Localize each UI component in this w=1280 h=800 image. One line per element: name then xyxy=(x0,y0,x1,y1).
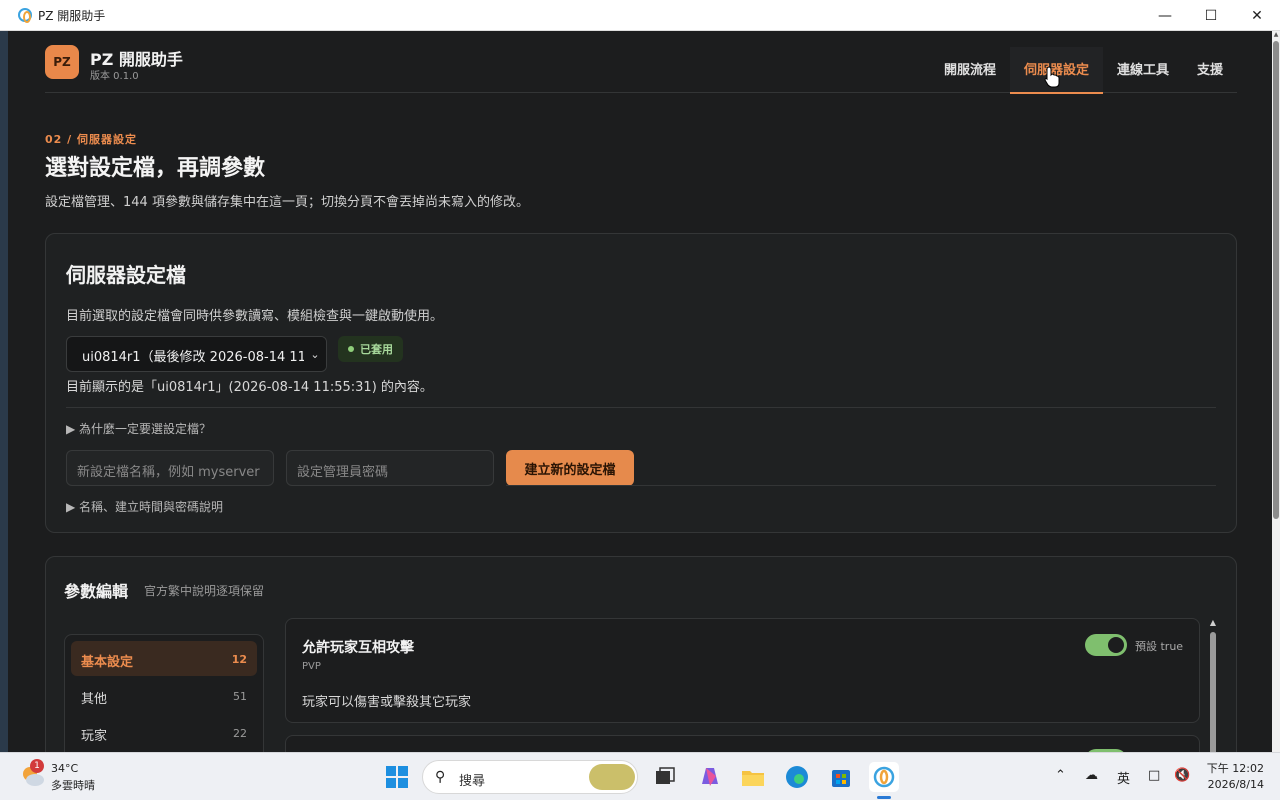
window-title: PZ 開服助手 xyxy=(38,8,106,23)
windows-start-icon[interactable] xyxy=(382,762,412,792)
active-app-indicator xyxy=(877,796,891,799)
create-profile-button[interactable]: 建立新的設定檔 xyxy=(506,450,634,486)
network-icon[interactable]: □ xyxy=(1148,768,1160,783)
param-key: PVP xyxy=(302,661,321,672)
store-icon[interactable] xyxy=(826,762,856,792)
notification-badge: 1 xyxy=(30,759,44,773)
task-view-icon[interactable] xyxy=(650,762,680,792)
tab-setup-flow[interactable]: 開服流程 xyxy=(930,47,1010,93)
category-player[interactable]: 玩家 22 xyxy=(71,715,257,750)
volume-muted-icon[interactable]: 🔇 xyxy=(1174,768,1190,783)
scroll-up-icon[interactable]: ▲ xyxy=(1208,618,1218,627)
why-disclosure[interactable]: ▶ 為什麼一定要選設定檔？ xyxy=(66,420,211,437)
search-icon: ⚲ xyxy=(435,769,446,785)
page-subtitle: 設定檔管理、144 項參數與儲存集中在這一頁；切換分頁不會丟掉尚未寫入的修改。 xyxy=(45,195,529,210)
profile-select[interactable]: ui0814r1（最後修改 2026-08-14 11:55:31） ⌄ xyxy=(66,336,327,372)
weather-description[interactable]: 多雲時晴 xyxy=(51,777,95,793)
params-card-title: 參數編輯 xyxy=(64,582,129,601)
param-item xyxy=(285,735,1200,752)
file-explorer-icon[interactable] xyxy=(738,762,768,792)
params-card: 參數編輯 官方繁中說明逐項保留 基本設定 12 其他 51 玩家 22 允許玩家… xyxy=(45,556,1237,752)
scrollbar-thumb[interactable] xyxy=(1210,632,1216,752)
edge-browser-icon[interactable] xyxy=(782,762,812,792)
app-content: PZ PZ 開服助手 版本 0.1.0 開服流程 伺服器設定 連線工具 支援 0… xyxy=(8,31,1272,752)
param-description: 玩家可以傷害或擊殺其它玩家 xyxy=(302,695,472,710)
scrollbar-thumb[interactable] xyxy=(1273,41,1279,519)
category-label: 玩家 xyxy=(81,729,108,744)
app-logo: PZ xyxy=(45,45,79,79)
chevron-down-icon: ⌄ xyxy=(304,337,326,371)
profile-card-description: 目前選取的設定檔會同時供參數讀寫、模組檢查與一鍵啟動使用。 xyxy=(66,309,444,324)
param-default: 預設 true xyxy=(1135,640,1184,653)
m365-icon[interactable] xyxy=(694,762,724,792)
param-title: 允許玩家互相攻擊 xyxy=(302,640,414,656)
maximize-button[interactable]: ☐ xyxy=(1188,0,1234,31)
taskbar: 1 34°C 多雲時晴 ⚲ 搜尋 ⌃ ☁ 英 □ 🔇 下午 12:02 2026… xyxy=(0,752,1280,800)
tab-connection-tools[interactable]: 連線工具 xyxy=(1103,47,1183,93)
category-count: 22 xyxy=(233,727,247,740)
category-count: 12 xyxy=(231,653,247,666)
section-kicker: 02 / 伺服器設定 xyxy=(45,133,137,146)
window-titlebar: PZ 開服助手 — ☐ ✕ xyxy=(0,0,1280,31)
ime-indicator[interactable]: 英 xyxy=(1117,768,1130,787)
divider xyxy=(66,407,1216,408)
category-count: 51 xyxy=(233,690,247,703)
tray-chevron-up-icon[interactable]: ⌃ xyxy=(1055,768,1066,783)
category-list: 基本設定 12 其他 51 玩家 22 xyxy=(64,634,264,752)
divider xyxy=(506,485,1216,486)
search-highlight-icon xyxy=(589,764,635,790)
current-profile-info: 目前顯示的是「ui0814r1」(2026-08-14 11:55:31) 的內… xyxy=(66,380,433,395)
cloud-offline-icon[interactable]: ☁ xyxy=(1085,768,1098,783)
profile-card: 伺服器設定檔 目前選取的設定檔會同時供參數讀寫、模組檢查與一鍵啟動使用。 ui0… xyxy=(45,233,1237,533)
clock-date: 2026/8/14 xyxy=(1207,778,1264,791)
category-label: 基本設定 xyxy=(81,655,134,670)
clock-time: 下午 12:02 xyxy=(1206,762,1264,775)
search-label: 搜尋 xyxy=(459,774,486,789)
profile-card-title: 伺服器設定檔 xyxy=(66,263,186,287)
taskbar-search[interactable]: ⚲ 搜尋 xyxy=(422,760,638,794)
desktop-edge xyxy=(0,31,8,752)
window-scrollbar[interactable]: ▲ xyxy=(1272,31,1280,752)
applied-badge: 已套用 xyxy=(338,336,403,362)
status-dot-icon xyxy=(348,346,354,352)
category-basic[interactable]: 基本設定 12 xyxy=(71,641,257,676)
help-disclosure[interactable]: ▶ 名稱、建立時間與密碼說明 xyxy=(66,498,223,515)
main-nav: 開服流程 伺服器設定 連線工具 支援 xyxy=(930,47,1237,94)
category-label: 其他 xyxy=(81,692,108,707)
param-item: 允許玩家互相攻擊 PVP 玩家可以傷害或擊殺其它玩家 預設 true xyxy=(285,618,1200,723)
weather-temperature[interactable]: 34°C xyxy=(51,762,78,775)
profile-select-value: ui0814r1（最後修改 2026-08-14 11:55:31） xyxy=(82,350,326,365)
new-profile-name-input[interactable]: 新設定檔名稱，例如 myserver xyxy=(66,450,274,486)
page-title: 選對設定檔，再調參數 xyxy=(45,156,266,181)
tab-support[interactable]: 支援 xyxy=(1183,47,1237,93)
close-button[interactable]: ✕ xyxy=(1234,0,1280,31)
system-clock[interactable]: 下午 12:02 2026/8/14 xyxy=(1207,761,1264,793)
minimize-button[interactable]: — xyxy=(1142,0,1188,31)
applied-badge-label: 已套用 xyxy=(360,343,393,356)
app-icon xyxy=(18,8,32,23)
admin-password-input[interactable]: 設定管理員密碼 xyxy=(286,450,494,486)
mouse-cursor-icon xyxy=(1044,66,1060,88)
category-other[interactable]: 其他 51 xyxy=(71,678,257,713)
params-card-subtitle: 官方繁中說明逐項保留 xyxy=(144,584,265,598)
pvp-toggle[interactable] xyxy=(1085,634,1127,656)
param-list-scrollbar[interactable]: ▲ xyxy=(1208,618,1218,752)
version-label: 版本 0.1.0 xyxy=(90,71,139,82)
pz-app-icon[interactable] xyxy=(869,762,899,792)
scroll-up-icon[interactable]: ▲ xyxy=(1272,31,1280,39)
